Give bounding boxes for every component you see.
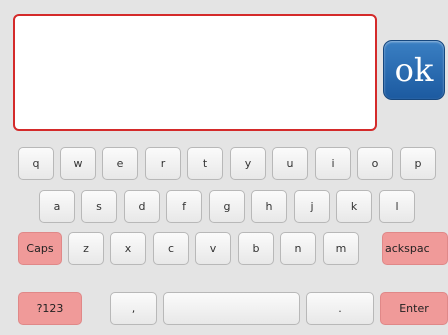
key-r[interactable]: r	[145, 147, 181, 180]
key-m[interactable]: m	[323, 232, 359, 265]
key-w[interactable]: w	[60, 147, 96, 180]
key-u[interactable]: u	[272, 147, 308, 180]
key-g[interactable]: g	[209, 190, 245, 223]
key-x[interactable]: x	[110, 232, 146, 265]
key-v[interactable]: v	[195, 232, 231, 265]
key-d[interactable]: d	[124, 190, 160, 223]
key-h[interactable]: h	[251, 190, 287, 223]
key-b[interactable]: b	[238, 232, 274, 265]
numbers-symbols-key[interactable]: ?123	[18, 292, 82, 325]
caps-key[interactable]: Caps	[18, 232, 62, 265]
key-a[interactable]: a	[39, 190, 75, 223]
text-input-area[interactable]	[13, 14, 377, 131]
enter-key[interactable]: Enter	[380, 292, 448, 325]
key-q[interactable]: q	[18, 147, 54, 180]
key-s[interactable]: s	[81, 190, 117, 223]
space-key[interactable]	[163, 292, 300, 325]
period-key[interactable]: .	[306, 292, 374, 325]
on-screen-keyboard: q w e r t y u i o p a s d f g h j k l Ca…	[10, 140, 448, 335]
key-n[interactable]: n	[280, 232, 316, 265]
key-j[interactable]: j	[294, 190, 330, 223]
key-i[interactable]: i	[315, 147, 351, 180]
key-p[interactable]: p	[400, 147, 436, 180]
key-f[interactable]: f	[166, 190, 202, 223]
key-l[interactable]: l	[379, 190, 415, 223]
key-e[interactable]: e	[102, 147, 138, 180]
comma-key[interactable]: ,	[110, 292, 157, 325]
ok-button[interactable]: ok	[383, 40, 445, 100]
backspace-key[interactable]: ackspac	[382, 232, 448, 265]
key-z[interactable]: z	[68, 232, 104, 265]
key-k[interactable]: k	[336, 190, 372, 223]
key-y[interactable]: y	[230, 147, 266, 180]
key-o[interactable]: o	[357, 147, 393, 180]
key-c[interactable]: c	[153, 232, 189, 265]
key-t[interactable]: t	[187, 147, 223, 180]
